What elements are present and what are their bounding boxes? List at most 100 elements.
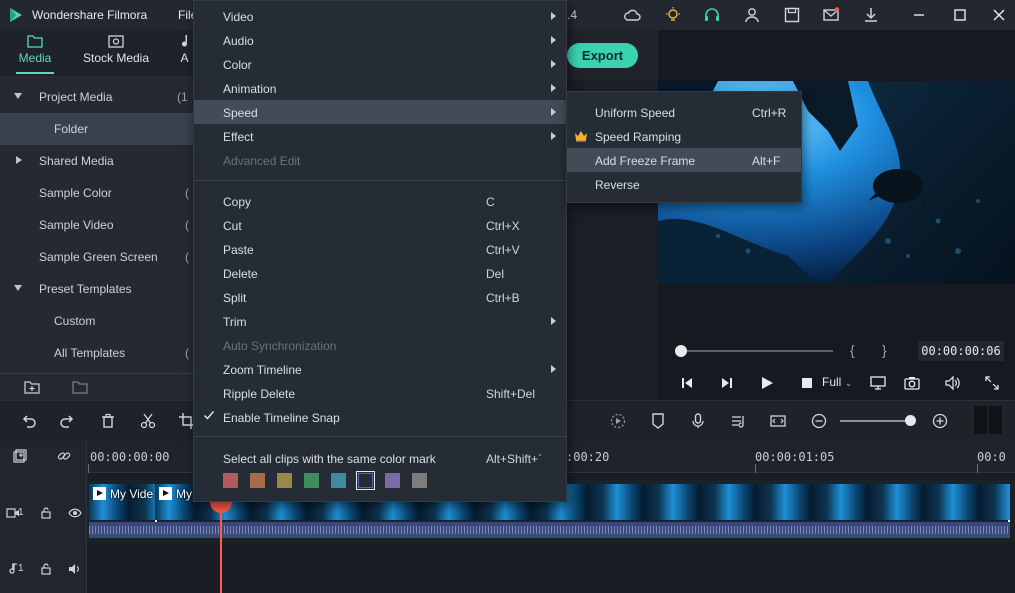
play-icon[interactable] bbox=[759, 375, 775, 391]
save-icon[interactable] bbox=[783, 6, 801, 24]
lock-icon[interactable] bbox=[39, 562, 53, 576]
collapse-caret-icon[interactable] bbox=[16, 156, 22, 164]
submenu-item-uniform-speed[interactable]: Uniform Speed Ctrl+R bbox=[567, 100, 801, 124]
lock-icon[interactable] bbox=[39, 506, 53, 520]
new-folder-icon[interactable] bbox=[24, 380, 40, 394]
tree-item-preset-templates[interactable]: Preset Templates bbox=[0, 273, 193, 305]
menu-item-effect[interactable]: Effect bbox=[194, 124, 566, 148]
submenu-item-reverse[interactable]: Reverse bbox=[567, 172, 801, 196]
zoom-in-icon[interactable] bbox=[931, 412, 949, 430]
menu-item-audio[interactable]: Audio bbox=[194, 28, 566, 52]
export-button[interactable]: Export bbox=[567, 43, 638, 68]
menu-item-select-same-color[interactable]: Select all clips with the same color mar… bbox=[194, 446, 566, 470]
menu-item-color[interactable]: Color bbox=[194, 52, 566, 76]
timeline-clip[interactable]: My Vide bbox=[89, 484, 155, 538]
quality-value: Full bbox=[822, 375, 842, 389]
zoom-slider-handle[interactable] bbox=[905, 415, 916, 426]
tab-media[interactable]: Media bbox=[12, 34, 58, 65]
account-icon[interactable] bbox=[743, 6, 761, 24]
quality-select[interactable]: Full ⌄ bbox=[822, 375, 852, 389]
color-mark-swatch[interactable] bbox=[304, 473, 319, 488]
folder-outline-icon[interactable] bbox=[72, 380, 88, 394]
tree-item-shared-media[interactable]: Shared Media bbox=[0, 145, 193, 177]
link-icon[interactable] bbox=[57, 449, 71, 463]
tab-audio[interactable]: A bbox=[176, 34, 193, 65]
undo-icon[interactable] bbox=[19, 412, 37, 430]
menu-item-ripple-delete[interactable]: Ripple Delete Shift+Del bbox=[194, 381, 566, 405]
display-monitor-icon[interactable] bbox=[870, 375, 886, 391]
add-track-icon[interactable] bbox=[13, 449, 27, 463]
menu-item-copy[interactable]: Copy C bbox=[194, 189, 566, 213]
menu-item-enable-timeline-snap[interactable]: Enable Timeline Snap bbox=[194, 405, 566, 429]
menu-item-speed[interactable]: Speed bbox=[194, 100, 566, 124]
tree-item-sample-green-screen[interactable]: Sample Green Screen ( bbox=[0, 241, 193, 273]
auto-ripple-icon[interactable] bbox=[609, 412, 627, 430]
tree-item-folder[interactable]: Folder bbox=[0, 113, 193, 145]
color-mark-swatch[interactable] bbox=[356, 471, 375, 490]
headset-icon[interactable] bbox=[703, 6, 721, 24]
visibility-eye-icon[interactable] bbox=[68, 506, 82, 520]
ruler-label: 00:0 bbox=[977, 450, 1006, 464]
preview-scrubber-track[interactable] bbox=[681, 350, 833, 352]
microphone-icon[interactable] bbox=[689, 412, 707, 430]
menu-item-shortcut: Ctrl+X bbox=[486, 219, 520, 233]
tree-item-project-media[interactable]: Project Media (1 bbox=[0, 81, 193, 113]
tree-item-all-templates[interactable]: All Templates ( bbox=[0, 337, 193, 369]
expand-caret-icon[interactable] bbox=[14, 285, 22, 291]
fit-timeline-icon[interactable] bbox=[769, 412, 787, 430]
color-mark-swatch[interactable] bbox=[277, 473, 292, 488]
submenu-arrow-icon bbox=[551, 108, 556, 116]
zoom-out-icon[interactable] bbox=[810, 412, 828, 430]
minimize-icon[interactable] bbox=[910, 6, 928, 24]
step-back-icon[interactable] bbox=[679, 375, 695, 391]
tree-item-custom[interactable]: Custom bbox=[0, 305, 193, 337]
color-mark-swatch[interactable] bbox=[331, 473, 346, 488]
lightbulb-icon[interactable] bbox=[664, 6, 682, 24]
menu-item-animation[interactable]: Animation bbox=[194, 76, 566, 100]
speaker-icon[interactable] bbox=[68, 562, 82, 576]
expand-caret-icon[interactable] bbox=[14, 93, 22, 99]
submenu-item-add-freeze-frame[interactable]: Add Freeze Frame Alt+F bbox=[567, 148, 801, 172]
color-mark-swatch[interactable] bbox=[412, 473, 427, 488]
menu-item-trim[interactable]: Trim bbox=[194, 309, 566, 333]
tab-stock-media[interactable]: Stock Media bbox=[80, 34, 152, 65]
playhead-line[interactable] bbox=[220, 497, 222, 593]
menu-item-zoom-timeline[interactable]: Zoom Timeline bbox=[194, 357, 566, 381]
mark-out-bracket[interactable]: } bbox=[882, 342, 887, 358]
color-mark-swatch[interactable] bbox=[223, 473, 238, 488]
delete-trash-icon[interactable] bbox=[99, 412, 117, 430]
stop-icon[interactable] bbox=[799, 375, 815, 391]
download-icon[interactable] bbox=[862, 6, 880, 24]
menu-item-cut[interactable]: Cut Ctrl+X bbox=[194, 213, 566, 237]
tree-item-sample-color[interactable]: Sample Color ( bbox=[0, 177, 193, 209]
audio-mixer-icon[interactable] bbox=[729, 412, 747, 430]
active-tab-indicator bbox=[16, 72, 54, 74]
maximize-icon[interactable] bbox=[951, 6, 969, 24]
menu-item-delete[interactable]: Delete Del bbox=[194, 261, 566, 285]
submenu-item-speed-ramping[interactable]: Speed Ramping bbox=[567, 124, 801, 148]
crop-icon[interactable] bbox=[178, 412, 193, 430]
play-pause-icon[interactable] bbox=[719, 375, 735, 391]
video-track-number: 1 bbox=[18, 507, 24, 518]
redo-icon[interactable] bbox=[59, 412, 77, 430]
marker-icon[interactable] bbox=[649, 412, 667, 430]
snapshot-camera-icon[interactable] bbox=[904, 375, 920, 391]
mark-in-bracket[interactable]: { bbox=[850, 342, 855, 358]
chevron-down-icon: ⌄ bbox=[844, 378, 853, 388]
cloud-icon[interactable] bbox=[623, 6, 641, 24]
close-icon[interactable] bbox=[990, 6, 1008, 24]
preview-scrubber-handle[interactable] bbox=[675, 345, 687, 357]
fullscreen-icon[interactable] bbox=[984, 375, 1000, 391]
scissors-cut-icon[interactable] bbox=[139, 412, 157, 430]
mail-icon[interactable] bbox=[822, 6, 840, 24]
volume-icon[interactable] bbox=[944, 375, 960, 391]
menu-item-video[interactable]: Video bbox=[194, 4, 566, 28]
split-view-icon[interactable] bbox=[974, 406, 1002, 434]
menu-item-paste[interactable]: Paste Ctrl+V bbox=[194, 237, 566, 261]
ruler-label: 00:00:01:05 bbox=[755, 450, 835, 464]
color-mark-swatch[interactable] bbox=[250, 473, 265, 488]
tree-item-sample-video[interactable]: Sample Video ( bbox=[0, 209, 193, 241]
color-mark-swatch[interactable] bbox=[385, 473, 400, 488]
zoom-slider-track[interactable] bbox=[840, 420, 912, 422]
menu-item-split[interactable]: Split Ctrl+B bbox=[194, 285, 566, 309]
